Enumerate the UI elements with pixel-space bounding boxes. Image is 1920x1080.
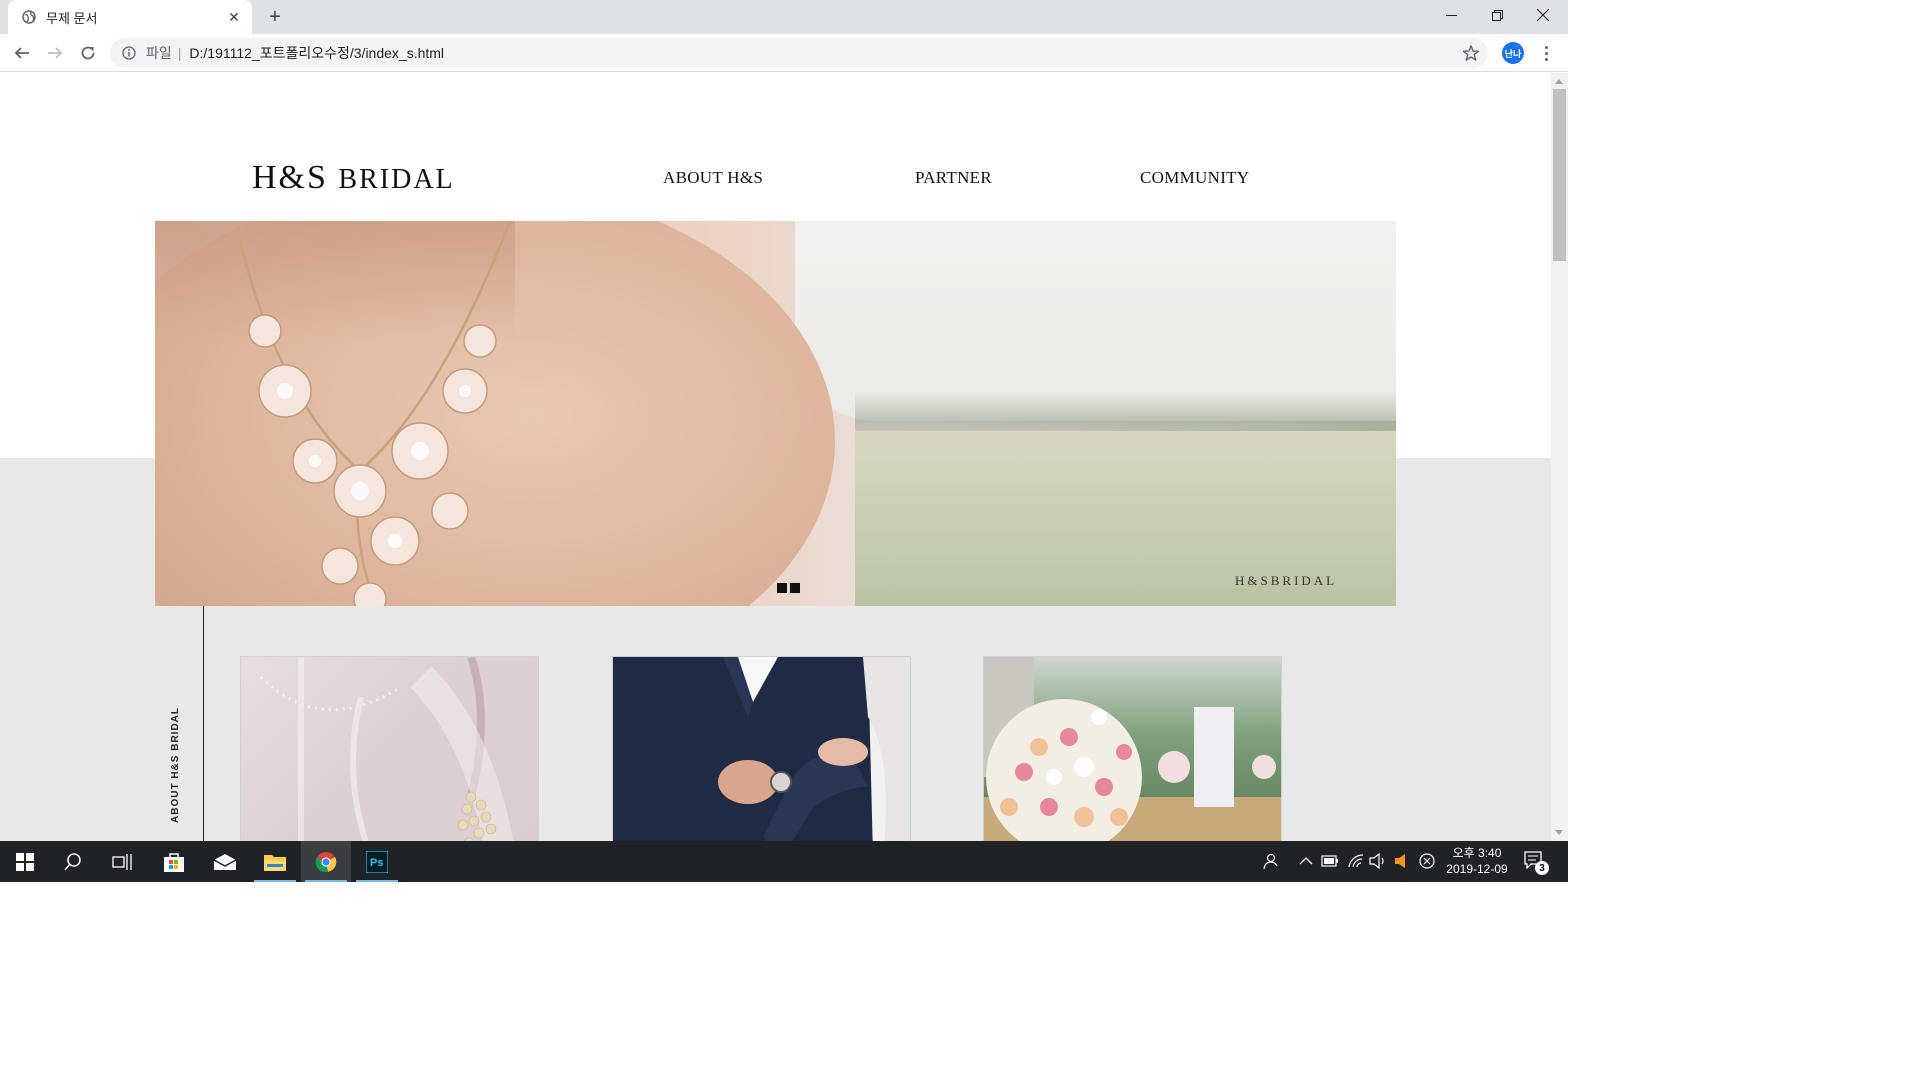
browser-menu-icon[interactable]: [1536, 41, 1556, 65]
windows-taskbar: Ps 오후 3:40 2019-12-09 3: [0, 841, 1568, 882]
reload-icon: [81, 46, 95, 60]
card-groom-suit[interactable]: [612, 656, 911, 841]
action-center-icon[interactable]: 3: [1524, 851, 1549, 875]
minimize-button[interactable]: [1428, 0, 1474, 30]
necklace-image: [238, 221, 512, 606]
mail-icon[interactable]: [200, 841, 250, 882]
battery-icon[interactable]: [1320, 851, 1340, 871]
page-scrollbar[interactable]: [1551, 73, 1568, 841]
forward-button[interactable]: [43, 41, 67, 65]
address-separator: |: [177, 45, 182, 61]
close-tab-icon[interactable]: ✕: [226, 9, 242, 26]
chrome-icon[interactable]: [301, 841, 351, 882]
section-divider-line: [203, 606, 204, 841]
clock-time: 오후 3:40: [1452, 846, 1502, 860]
browser-tab[interactable]: 무제 문서 ✕: [8, 0, 252, 34]
nav-about[interactable]: ABOUT H&S: [663, 168, 763, 188]
logo-main-text: H&S: [252, 159, 328, 196]
hero-caption: H&SBRIDAL: [1235, 573, 1338, 588]
card-wedding-bouquet[interactable]: [983, 656, 1282, 841]
profile-avatar[interactable]: 난나: [1502, 42, 1524, 64]
globe-icon: [22, 10, 36, 24]
lace-pearls-image: [259, 657, 514, 841]
slider-dots[interactable]: [777, 583, 800, 593]
address-url: D:/191112_포트폴리오수정/3/index_s.html: [189, 45, 445, 61]
windows-start-icon[interactable]: [0, 841, 50, 882]
card-lace-pearls[interactable]: [240, 656, 539, 841]
nav-partner[interactable]: PARTNER: [915, 168, 992, 188]
close-window-button[interactable]: [1520, 0, 1566, 30]
task-view-icon[interactable]: [97, 841, 147, 882]
tab-title: 무제 문서: [46, 10, 98, 26]
page-viewport: H&S BRIDAL ABOUT H&S PARTNER COMMUNITY H…: [0, 73, 1551, 841]
speaker-orange-icon[interactable]: [1391, 851, 1411, 871]
nav-community[interactable]: COMMUNITY: [1140, 168, 1249, 188]
network-off-icon[interactable]: [1417, 851, 1437, 871]
arrow-right-icon: [48, 47, 63, 59]
address-bar[interactable]: 파일 | D:/191112_포트폴리오수정/3/index_s.html: [110, 38, 1488, 68]
restore-button[interactable]: [1474, 0, 1520, 30]
hero-slider[interactable]: H&SBRIDAL: [155, 221, 1396, 606]
chevron-up-icon[interactable]: [1296, 851, 1316, 871]
reload-button[interactable]: [76, 41, 100, 65]
scrollbar-thumb[interactable]: [1553, 89, 1566, 261]
groom-suit-image: [613, 657, 910, 841]
slider-dot-1[interactable]: [777, 583, 787, 593]
info-icon[interactable]: [122, 46, 136, 60]
new-tab-button[interactable]: +: [264, 6, 286, 28]
arrow-left-icon: [14, 47, 29, 59]
people-icon[interactable]: [1259, 851, 1279, 871]
notification-count-badge: 3: [1535, 861, 1549, 875]
system-clock[interactable]: 오후 3:40 2019-12-09: [1438, 845, 1516, 877]
clock-date: 2019-12-09: [1446, 862, 1508, 876]
browser-toolbar: 파일 | D:/191112_포트폴리오수정/3/index_s.html 난나: [0, 34, 1568, 72]
file-explorer-icon[interactable]: [250, 841, 300, 882]
microsoft-store-icon[interactable]: [149, 841, 199, 882]
search-icon[interactable]: [48, 841, 98, 882]
scroll-down-arrow-icon[interactable]: [1555, 830, 1563, 835]
bookmark-star-icon[interactable]: [1462, 44, 1480, 62]
address-scheme: 파일: [146, 45, 172, 61]
site-logo[interactable]: H&S BRIDAL: [252, 159, 455, 197]
section-vertical-label: ABOUT H&S BRIDAL: [170, 707, 181, 823]
wedding-bouquet-image: [984, 657, 1281, 841]
tab-strip: 무제 문서 ✕ +: [0, 0, 1568, 34]
scroll-up-arrow-icon[interactable]: [1555, 79, 1563, 84]
wifi-icon[interactable]: [1346, 851, 1366, 871]
volume-icon[interactable]: [1368, 851, 1388, 871]
svg-text:Ps: Ps: [370, 857, 383, 869]
logo-sub-text: BRIDAL: [338, 164, 455, 195]
photoshop-icon[interactable]: Ps: [352, 841, 402, 882]
back-button[interactable]: [10, 41, 34, 65]
slider-dot-2[interactable]: [790, 583, 800, 593]
